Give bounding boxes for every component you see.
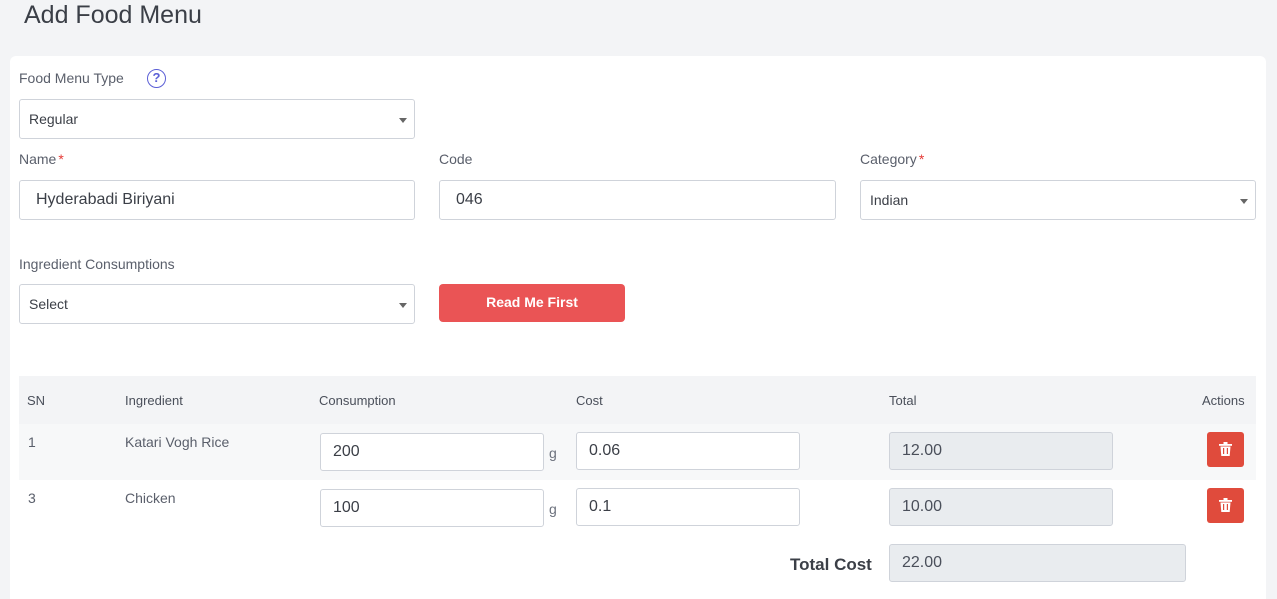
th-total: Total (889, 393, 917, 408)
cost-input[interactable]: 0.06 (576, 432, 800, 470)
ingredients-select[interactable]: Select (19, 284, 415, 324)
required-mark: * (918, 151, 925, 167)
total-cost-label: Total Cost (790, 555, 872, 574)
category-select[interactable]: Indian (860, 180, 1256, 220)
delete-row-button[interactable] (1207, 488, 1244, 523)
row-sn: 3 (28, 490, 36, 506)
code-label-text: Code (439, 151, 473, 167)
ingredients-label-text: Ingredient Consumptions (19, 256, 175, 272)
th-sn: SN (27, 393, 46, 408)
code-value: 046 (456, 191, 483, 208)
trash-icon (1219, 442, 1232, 456)
name-label: Name * (19, 151, 64, 167)
th-actions: Actions (1202, 393, 1245, 408)
delete-row-button[interactable] (1207, 432, 1244, 467)
th-consumption: Consumption (319, 393, 396, 408)
trash-icon (1219, 498, 1232, 512)
menu-type-select[interactable]: Regular (19, 99, 415, 139)
th-ingredient: Ingredient (125, 393, 183, 408)
row-ingredient: Katari Vogh Rice (125, 434, 230, 450)
total-field: 10.00 (889, 488, 1113, 526)
cost-input[interactable]: 0.1 (576, 488, 800, 526)
chevron-down-icon (399, 303, 407, 308)
table-header (19, 376, 1256, 424)
total-field: 12.00 (889, 432, 1113, 470)
code-label: Code (439, 151, 472, 167)
row-sn: 1 (28, 434, 36, 450)
unit-label: g (549, 445, 557, 461)
read-me-first-button[interactable]: Read Me First (439, 284, 625, 322)
consumption-input[interactable]: 100 (320, 489, 544, 527)
name-input[interactable]: Hyderabadi Biriyani (19, 180, 415, 220)
menu-type-value: Regular (29, 111, 79, 127)
row-ingredient: Chicken (125, 490, 176, 506)
total-cost-field: 22.00 (889, 544, 1186, 582)
question-circle-icon[interactable]: ? (147, 69, 166, 88)
menu-type-label-text: Food Menu Type (19, 70, 124, 86)
unit-label: g (549, 501, 557, 517)
category-value: Indian (870, 192, 909, 208)
menu-type-label: Food Menu Type (19, 70, 124, 86)
category-label: Category * (860, 151, 924, 167)
th-cost: Cost (576, 393, 603, 408)
ingredients-value: Select (29, 296, 68, 312)
name-value: Hyderabadi Biriyani (36, 191, 175, 208)
ingredients-label: Ingredient Consumptions (19, 256, 175, 272)
name-label-text: Name (19, 151, 57, 167)
chevron-down-icon (399, 118, 407, 123)
chevron-down-icon (1240, 199, 1248, 204)
consumption-input[interactable]: 200 (320, 433, 544, 471)
code-input[interactable]: 046 (439, 180, 836, 220)
page-title: Add Food Menu (24, 1, 202, 29)
required-mark: * (58, 151, 64, 167)
category-label-text: Category (860, 151, 917, 167)
